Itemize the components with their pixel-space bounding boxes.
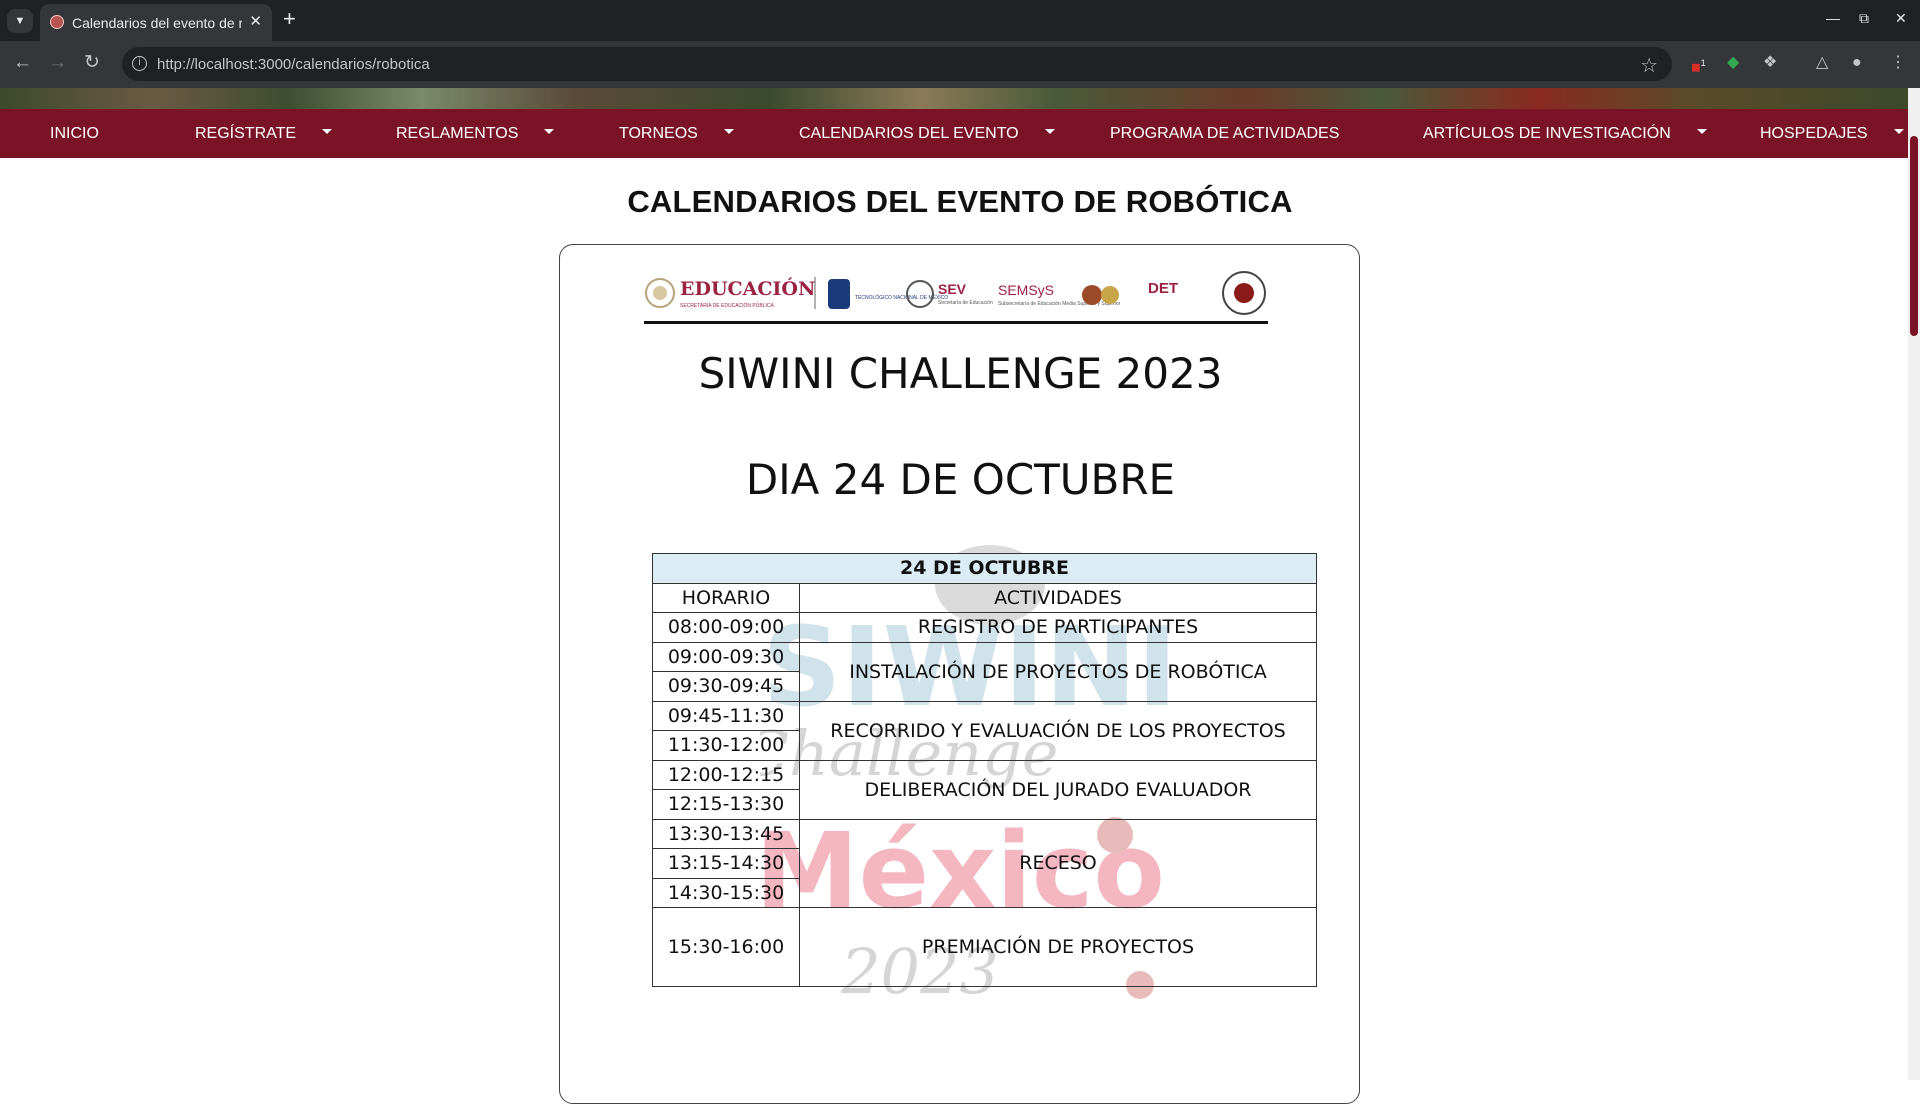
logo-divider-line [644,321,1268,324]
semsys-logo-text: SEMSyS [998,282,1054,298]
time-cell: 14:30-15:30 [652,877,800,908]
time-cell: 12:00-12:15 [652,759,800,790]
nav-item-programa[interactable]: PROGRAMA DE ACTIVIDADES [1110,109,1339,158]
time-cell: 15:30-16:00 [652,907,800,987]
browser-toolbar: ← → ↻ i http://localhost:3000/calendario… [0,41,1920,88]
time-cell: 09:30-09:45 [652,671,800,702]
nav-item-calendarios[interactable]: CALENDARIOS DEL EVENTO [799,109,1055,158]
time-cell: 13:30-13:45 [652,818,800,849]
url-text[interactable]: http://localhost:3000/calendarios/roboti… [157,56,430,73]
bookmark-star-icon[interactable]: ☆ [1640,53,1658,78]
minimize-window-icon[interactable]: — [1826,10,1840,26]
challenge-title: SIWINI CHALLENGE 2023 [698,349,1223,398]
dropdown-caret-icon[interactable] [1696,129,1707,135]
nav-item-hospedajes[interactable]: HOSPEDAJES [1760,109,1904,158]
dropdown-caret-icon[interactable] [322,129,333,135]
educacion-logo-subtext: SECRETARÍA DE EDUCACIÓN PÚBLICA [680,302,774,309]
activity-cell: PREMIACIÓN DE PROYECTOS [799,907,1317,987]
header-actividades: ACTIVIDADES [799,582,1317,613]
educacion-logo-text: EDUCACIÓN [680,277,815,300]
nav-item-registrate[interactable]: REGÍSTRATE [195,109,333,158]
forward-arrow-icon[interactable]: → [48,53,67,73]
sev-logo-subtext: Secretaría de Educación [938,300,993,306]
mexico-seal-center [653,286,667,300]
back-arrow-icon[interactable]: ← [13,53,32,73]
activity-cell: INSTALACIÓN DE PROYECTOS DE ROBÓTICA [799,641,1317,702]
sev-seal-icon [906,280,934,308]
shield-extension-icon[interactable]: ◆ [1727,54,1739,72]
activity-cell: DELIBERACIÓN DEL JURADO EVALUADOR [799,759,1317,820]
tab-title: Calendarios del evento de robótica [72,15,242,31]
page-title: CALENDARIOS DEL EVENTO DE ROBÓTICA [627,184,1293,219]
extension-badge: 1 [1700,58,1706,68]
header-banner-image [0,88,1920,109]
ublock-extension-icon[interactable]: ■1 [1691,54,1706,77]
activity-cell: REGISTRO DE PARTICIPANTES [799,612,1317,643]
det-logo-text: DET [1148,280,1178,297]
sev-logo-text: SEV [938,281,967,297]
time-cell: 11:30-12:00 [652,730,800,761]
tab-search-button[interactable]: ▼ [7,9,33,33]
time-cell: 12:15-13:30 [652,789,800,820]
scrollbar-thumb[interactable] [1910,136,1918,336]
time-cell: 09:00-09:30 [652,641,800,672]
reload-icon[interactable]: ↻ [84,53,100,73]
schedule-table: 24 DE OCTUBRE HORARIO ACTIVIDADES 08:00-… [652,553,1317,987]
header-horario: HORARIO [652,582,800,613]
time-cell: 13:15-14:30 [652,848,800,879]
activity-cell: RECESO [799,818,1317,908]
browser-menu-icon[interactable]: ⋮ [1890,54,1906,72]
dropdown-caret-icon[interactable] [1044,129,1055,135]
close-window-icon[interactable]: ✕ [1895,10,1907,27]
browser-tab[interactable]: Calendarios del evento de robótica ✕ [40,4,272,41]
page-scrollbar[interactable] [1908,88,1920,1080]
new-tab-button[interactable]: + [283,8,296,30]
institute-seal-center [1234,283,1254,303]
main-navbar: INICIO REGÍSTRATE REGLAMENTOS TORNEOS CA… [0,109,1920,158]
time-cell: 09:45-11:30 [652,700,800,731]
tecnm-logo-text: TECNOLÓGICO NACIONAL DE MÉXICO [855,294,948,301]
address-bar[interactable]: i http://localhost:3000/calendarios/robo… [122,47,1672,81]
sponsor-logos: EDUCACIÓN SECRETARÍA DE EDUCACIÓN PÚBLIC… [645,271,1266,315]
det-logo-icon [1082,285,1102,305]
site-info-icon[interactable]: i [132,56,147,71]
nav-item-torneos[interactable]: TORNEOS [619,109,734,158]
extensions-puzzle-icon[interactable]: ❖ [1763,54,1777,72]
restore-window-icon[interactable]: ⧉ [1859,10,1869,27]
day-title: DIA 24 DE OCTUBRE [745,455,1176,504]
dropdown-caret-icon[interactable] [723,129,734,135]
site-favicon-icon [50,15,64,29]
calendar-document: EDUCACIÓN SECRETARÍA DE EDUCACIÓN PÚBLIC… [559,244,1360,1104]
schedule-title: 24 DE OCTUBRE [652,553,1317,584]
tecnm-logo-icon [828,279,850,309]
nav-item-reglamentos[interactable]: REGLAMENTOS [396,109,555,158]
profile-icon[interactable]: ● [1852,54,1862,72]
dropdown-caret-icon[interactable] [544,129,555,135]
det-logo-icon-2 [1101,286,1119,304]
dropdown-caret-icon[interactable] [1893,129,1904,135]
semsys-logo-subtext: Subsecretaría de Educación Media Superio… [998,301,1121,307]
activity-cell: RECORRIDO Y EVALUACIÓN DE LOS PROYECTOS [799,700,1317,761]
browser-tab-strip: ▼ Calendarios del evento de robótica ✕ +… [0,0,1920,41]
nav-item-articulos[interactable]: ARTÍCULOS DE INVESTIGACIÓN [1423,109,1707,158]
labs-flask-icon[interactable]: △ [1816,54,1828,72]
close-tab-icon[interactable]: ✕ [249,12,262,30]
time-cell: 08:00-09:00 [652,612,800,643]
nav-item-inicio[interactable]: INICIO [50,109,99,158]
